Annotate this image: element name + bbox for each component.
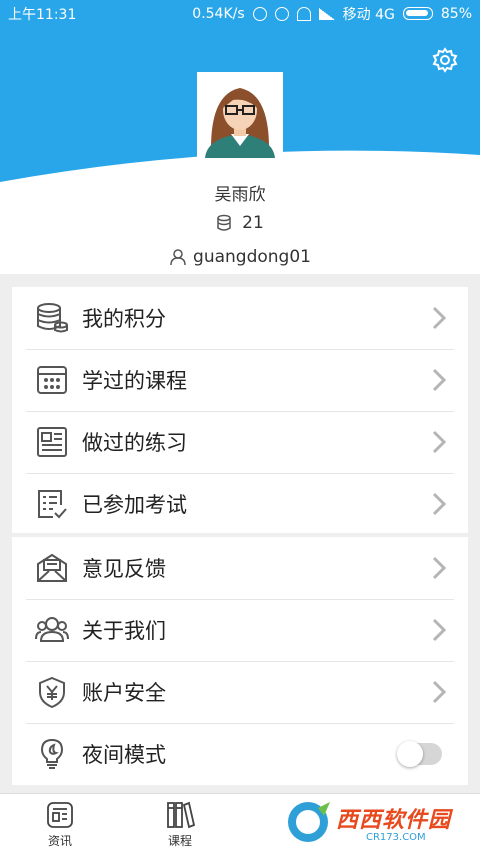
watermark-emblem-icon — [288, 802, 330, 842]
user-icon — [170, 249, 186, 266]
chevron-right-icon — [432, 618, 447, 642]
chevron-right-icon — [432, 430, 447, 454]
menu-item-night-mode: 夜间模式 — [12, 723, 468, 785]
menu-item-joined-exams[interactable]: 已参加考试 — [12, 473, 468, 535]
alarm-icon — [274, 6, 289, 21]
status-time: 上午11:31 — [8, 6, 77, 23]
vibrate-icon — [252, 6, 267, 21]
menu-item-done-exercises[interactable]: 做过的练习 — [12, 411, 468, 473]
calendar-icon — [37, 366, 67, 394]
tab-news[interactable]: 资讯 — [30, 800, 90, 849]
menu-item-my-points[interactable]: 我的积分 — [12, 287, 468, 349]
menu-label: 关于我们 — [82, 619, 166, 643]
shield-yen-icon — [39, 676, 65, 709]
points-value: 21 — [242, 213, 264, 233]
checklist-icon — [38, 490, 67, 519]
points-row: 21 — [0, 213, 480, 233]
document-icon — [37, 427, 67, 457]
watermark-subtext: CR173.COM — [366, 831, 426, 843]
tab-label: 课程 — [167, 834, 192, 848]
books-icon — [167, 801, 195, 829]
bulb-icon — [40, 738, 64, 769]
menu-item-studied-courses[interactable]: 学过的课程 — [12, 349, 468, 411]
status-bar: 上午11:31 0.54K/s 移动 4G 85% — [0, 0, 480, 27]
menu-card-settings: 意见反馈 关于我们 账户安全 夜间模式 — [12, 537, 468, 785]
watermark-logo: 西西软件园 CR173.COM — [284, 796, 462, 848]
account-id: guangdong01 — [193, 247, 311, 267]
menu-label: 我的积分 — [82, 307, 166, 331]
signal-icon — [318, 7, 335, 20]
network-speed: 0.54K/s — [192, 5, 245, 22]
menu-item-feedback[interactable]: 意见反馈 — [12, 537, 468, 599]
tab-label: 资讯 — [47, 834, 72, 848]
user-name: 吴雨欣 — [214, 185, 266, 205]
coins-icon — [217, 214, 231, 231]
night-mode-toggle[interactable] — [397, 741, 442, 767]
battery-icon — [402, 7, 433, 20]
news-icon — [47, 802, 73, 828]
account-row: guangdong01 — [0, 247, 480, 267]
menu-item-account-security[interactable]: 账户安全 — [12, 661, 468, 723]
menu-label: 做过的练习 — [82, 431, 187, 455]
chevron-right-icon — [432, 556, 447, 580]
chevron-right-icon — [432, 368, 447, 392]
battery-percent: 85% — [440, 5, 472, 22]
users-icon — [35, 617, 69, 642]
menu-label: 学过的课程 — [82, 369, 187, 393]
menu-label: 夜间模式 — [82, 743, 166, 767]
tab-bar: 资讯 课程 西西软件园 CR173.COM — [0, 793, 480, 853]
envelope-icon — [37, 553, 67, 582]
tab-courses[interactable]: 课程 — [150, 800, 210, 849]
menu-label: 已参加考试 — [82, 493, 187, 517]
toggle-knob — [397, 741, 423, 767]
menu-label: 账户安全 — [82, 681, 166, 705]
menu-card-learning: 我的积分 学过的课程 做过的练习 已参加考试 — [12, 287, 468, 533]
profile-header: 吴雨欣 21 guangdong01 — [0, 27, 480, 274]
settings-gear-icon[interactable] — [432, 47, 458, 73]
avatar[interactable] — [197, 72, 283, 158]
status-right: 0.54K/s 移动 4G 85% — [192, 4, 472, 24]
coins-icon — [37, 303, 68, 333]
chevron-right-icon — [432, 680, 447, 704]
wifi-icon — [296, 6, 311, 21]
chevron-right-icon — [432, 492, 447, 516]
watermark-text: 西西软件园 — [336, 807, 452, 833]
menu-label: 意见反馈 — [82, 557, 166, 581]
chevron-right-icon — [432, 306, 447, 330]
carrier-label: 移动 4G — [342, 6, 395, 23]
menu-item-about-us[interactable]: 关于我们 — [12, 599, 468, 661]
